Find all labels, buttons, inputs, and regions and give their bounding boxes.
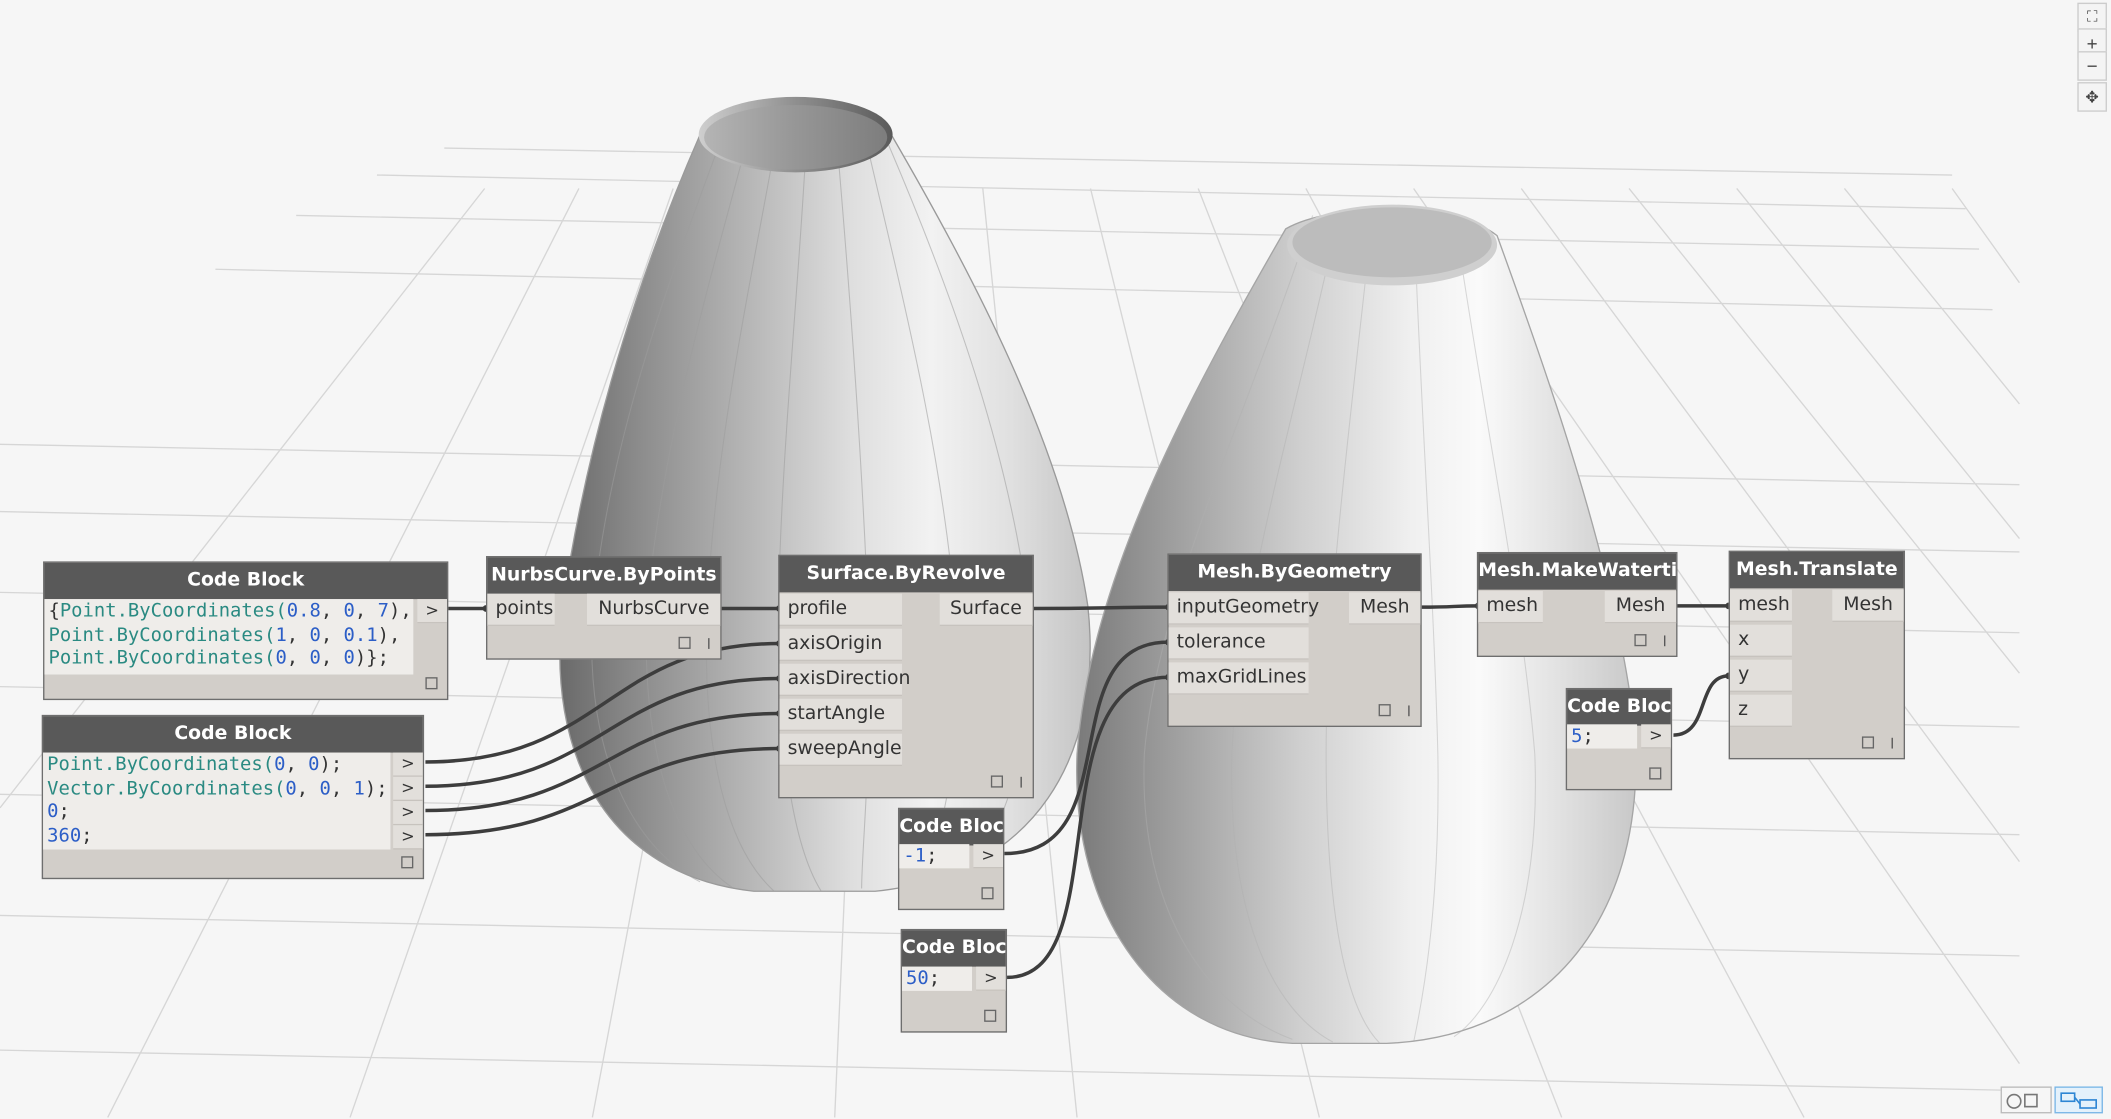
code-editor[interactable]: Point.ByCoordinates(0, 0); Vector.ByCoord… [43,752,391,850]
output-port-surface[interactable]: Surface [939,593,1033,627]
output-port[interactable]: > [1641,724,1671,749]
output-port[interactable]: > [417,599,447,624]
code-block-params-node[interactable]: Code Block Point.ByCoordinates(0, 0); Vec… [41,714,425,880]
preview-toggle[interactable] [1634,634,1647,647]
geometry-view-icon [2006,1093,2038,1109]
lacing-indicator [708,638,710,649]
pan-icon[interactable]: ✥ [2077,82,2107,112]
node-title: Surface.ByRevolve [779,556,1033,593]
input-port-axis-direction[interactable]: axisDirection [779,663,910,697]
lacing-indicator [1891,737,1893,749]
code-block-points-node[interactable]: Code Block {Point.ByCoordinates(0.8, 0, … [43,561,449,701]
input-port-mesh[interactable]: mesh [1729,589,1792,622]
code-line-0: 50; [906,967,941,990]
code-line-0: {Point.ByCoordinates(0.8, 0, 7), [48,600,412,622]
output-port-1[interactable]: > [393,776,423,802]
code-block-50-node[interactable]: Code Block 50; > [900,928,1008,1033]
code-line-2: Point.ByCoordinates(0, 0, 0)}; [48,647,389,670]
graph-view-button[interactable] [2054,1086,2103,1114]
input-port-start-angle[interactable]: startAngle [779,698,903,732]
node-title: Code Block [902,930,1006,967]
output-port-0[interactable]: > [393,752,423,777]
code-editor[interactable]: 5; [1567,724,1638,749]
preview-toggle[interactable] [401,856,414,869]
input-port-mesh[interactable]: mesh [1478,591,1543,624]
mesh-make-watertight-node[interactable]: Mesh.MakeWatertight mesh Mesh [1476,551,1678,657]
input-port-tolerance[interactable]: tolerance [1168,627,1309,660]
preview-toggle[interactable] [1378,704,1391,717]
code-block-neg1-node[interactable]: Code Block -1; > [897,807,1005,911]
input-port-z[interactable]: z [1729,694,1792,728]
output-port[interactable]: > [973,844,1003,869]
nurbs-curve-by-points-node[interactable]: NurbsCurve.ByPoints points NurbsCurve [486,556,722,660]
input-port-points[interactable]: points [487,593,555,627]
output-port-mesh[interactable]: Mesh [1349,592,1421,625]
code-line-3: 360; [47,824,93,847]
node-title: Mesh.MakeWatertight [1478,553,1677,590]
node-title: Mesh.Translate [1729,551,1904,589]
output-port-mesh[interactable]: Mesh [1604,591,1677,624]
surface-by-revolve-node[interactable]: Surface.ByRevolve profile axisOrigin axi… [778,554,1034,799]
preview-toggle[interactable] [425,677,438,690]
graph-view-icon [2060,1092,2097,1109]
preview-toggle[interactable] [678,636,691,649]
output-port-3[interactable]: > [393,825,423,850]
code-editor[interactable]: 50; [902,966,973,991]
code-line-2: 0; [47,801,70,823]
preview-toggle[interactable] [984,1009,997,1022]
node-title: Mesh.ByGeometry [1168,554,1421,592]
input-port-axis-origin[interactable]: axisOrigin [779,628,903,662]
preview-toggle[interactable] [981,887,994,900]
output-port[interactable]: > [976,966,1006,991]
input-port-input-geometry[interactable]: inputGeometry [1168,592,1319,625]
input-port-y[interactable]: y [1729,659,1792,692]
input-port-x[interactable]: x [1729,624,1792,657]
node-title: Code Block [1567,689,1671,726]
node-title: Code Block [44,562,447,600]
mesh-translate-node[interactable]: Mesh.Translate mesh x y z Mesh [1728,550,1906,760]
code-line-0: -1; [903,845,938,868]
preview-toggle[interactable] [1649,767,1662,780]
zoom-out-button[interactable]: − [2077,51,2107,81]
preview-toggle[interactable] [1861,736,1875,749]
code-block-5-node[interactable]: Code Block 5; > [1565,687,1673,791]
preview-toggle[interactable] [990,775,1003,788]
input-port-profile[interactable]: profile [779,593,903,627]
dynamo-workspace[interactable]: Code Block {Point.ByCoordinates(0.8, 0, … [0,0,2111,1119]
code-line-1: Point.ByCoordinates(1, 0, 0.1), [48,624,401,646]
code-editor[interactable]: {Point.ByCoordinates(0.8, 0, 7), Point.By… [44,599,414,675]
mesh-by-geometry-node[interactable]: Mesh.ByGeometry inputGeometry tolerance … [1167,553,1422,728]
node-title: Code Block [899,809,1003,846]
input-port-max-grid-lines[interactable]: maxGridLines [1168,662,1309,695]
output-port-mesh[interactable]: Mesh [1832,589,1904,622]
lacing-indicator [1020,776,1022,788]
output-port-2[interactable]: > [393,801,423,826]
output-port-nurbscurve[interactable]: NurbsCurve [587,593,721,627]
node-title: NurbsCurve.ByPoints [487,557,721,594]
geometry-view-button[interactable] [2000,1086,2052,1114]
code-line-0: 5; [1571,725,1594,748]
code-editor[interactable]: -1; [899,844,970,869]
input-port-sweep-angle[interactable]: sweepAngle [779,733,903,767]
node-title: Code Block [43,716,423,753]
code-line-1: Vector.ByCoordinates(0, 0, 1); [47,777,388,800]
lacing-indicator [1408,705,1410,717]
code-line-0: Point.ByCoordinates(0, 0); [47,753,343,776]
lacing-indicator [1664,635,1666,647]
